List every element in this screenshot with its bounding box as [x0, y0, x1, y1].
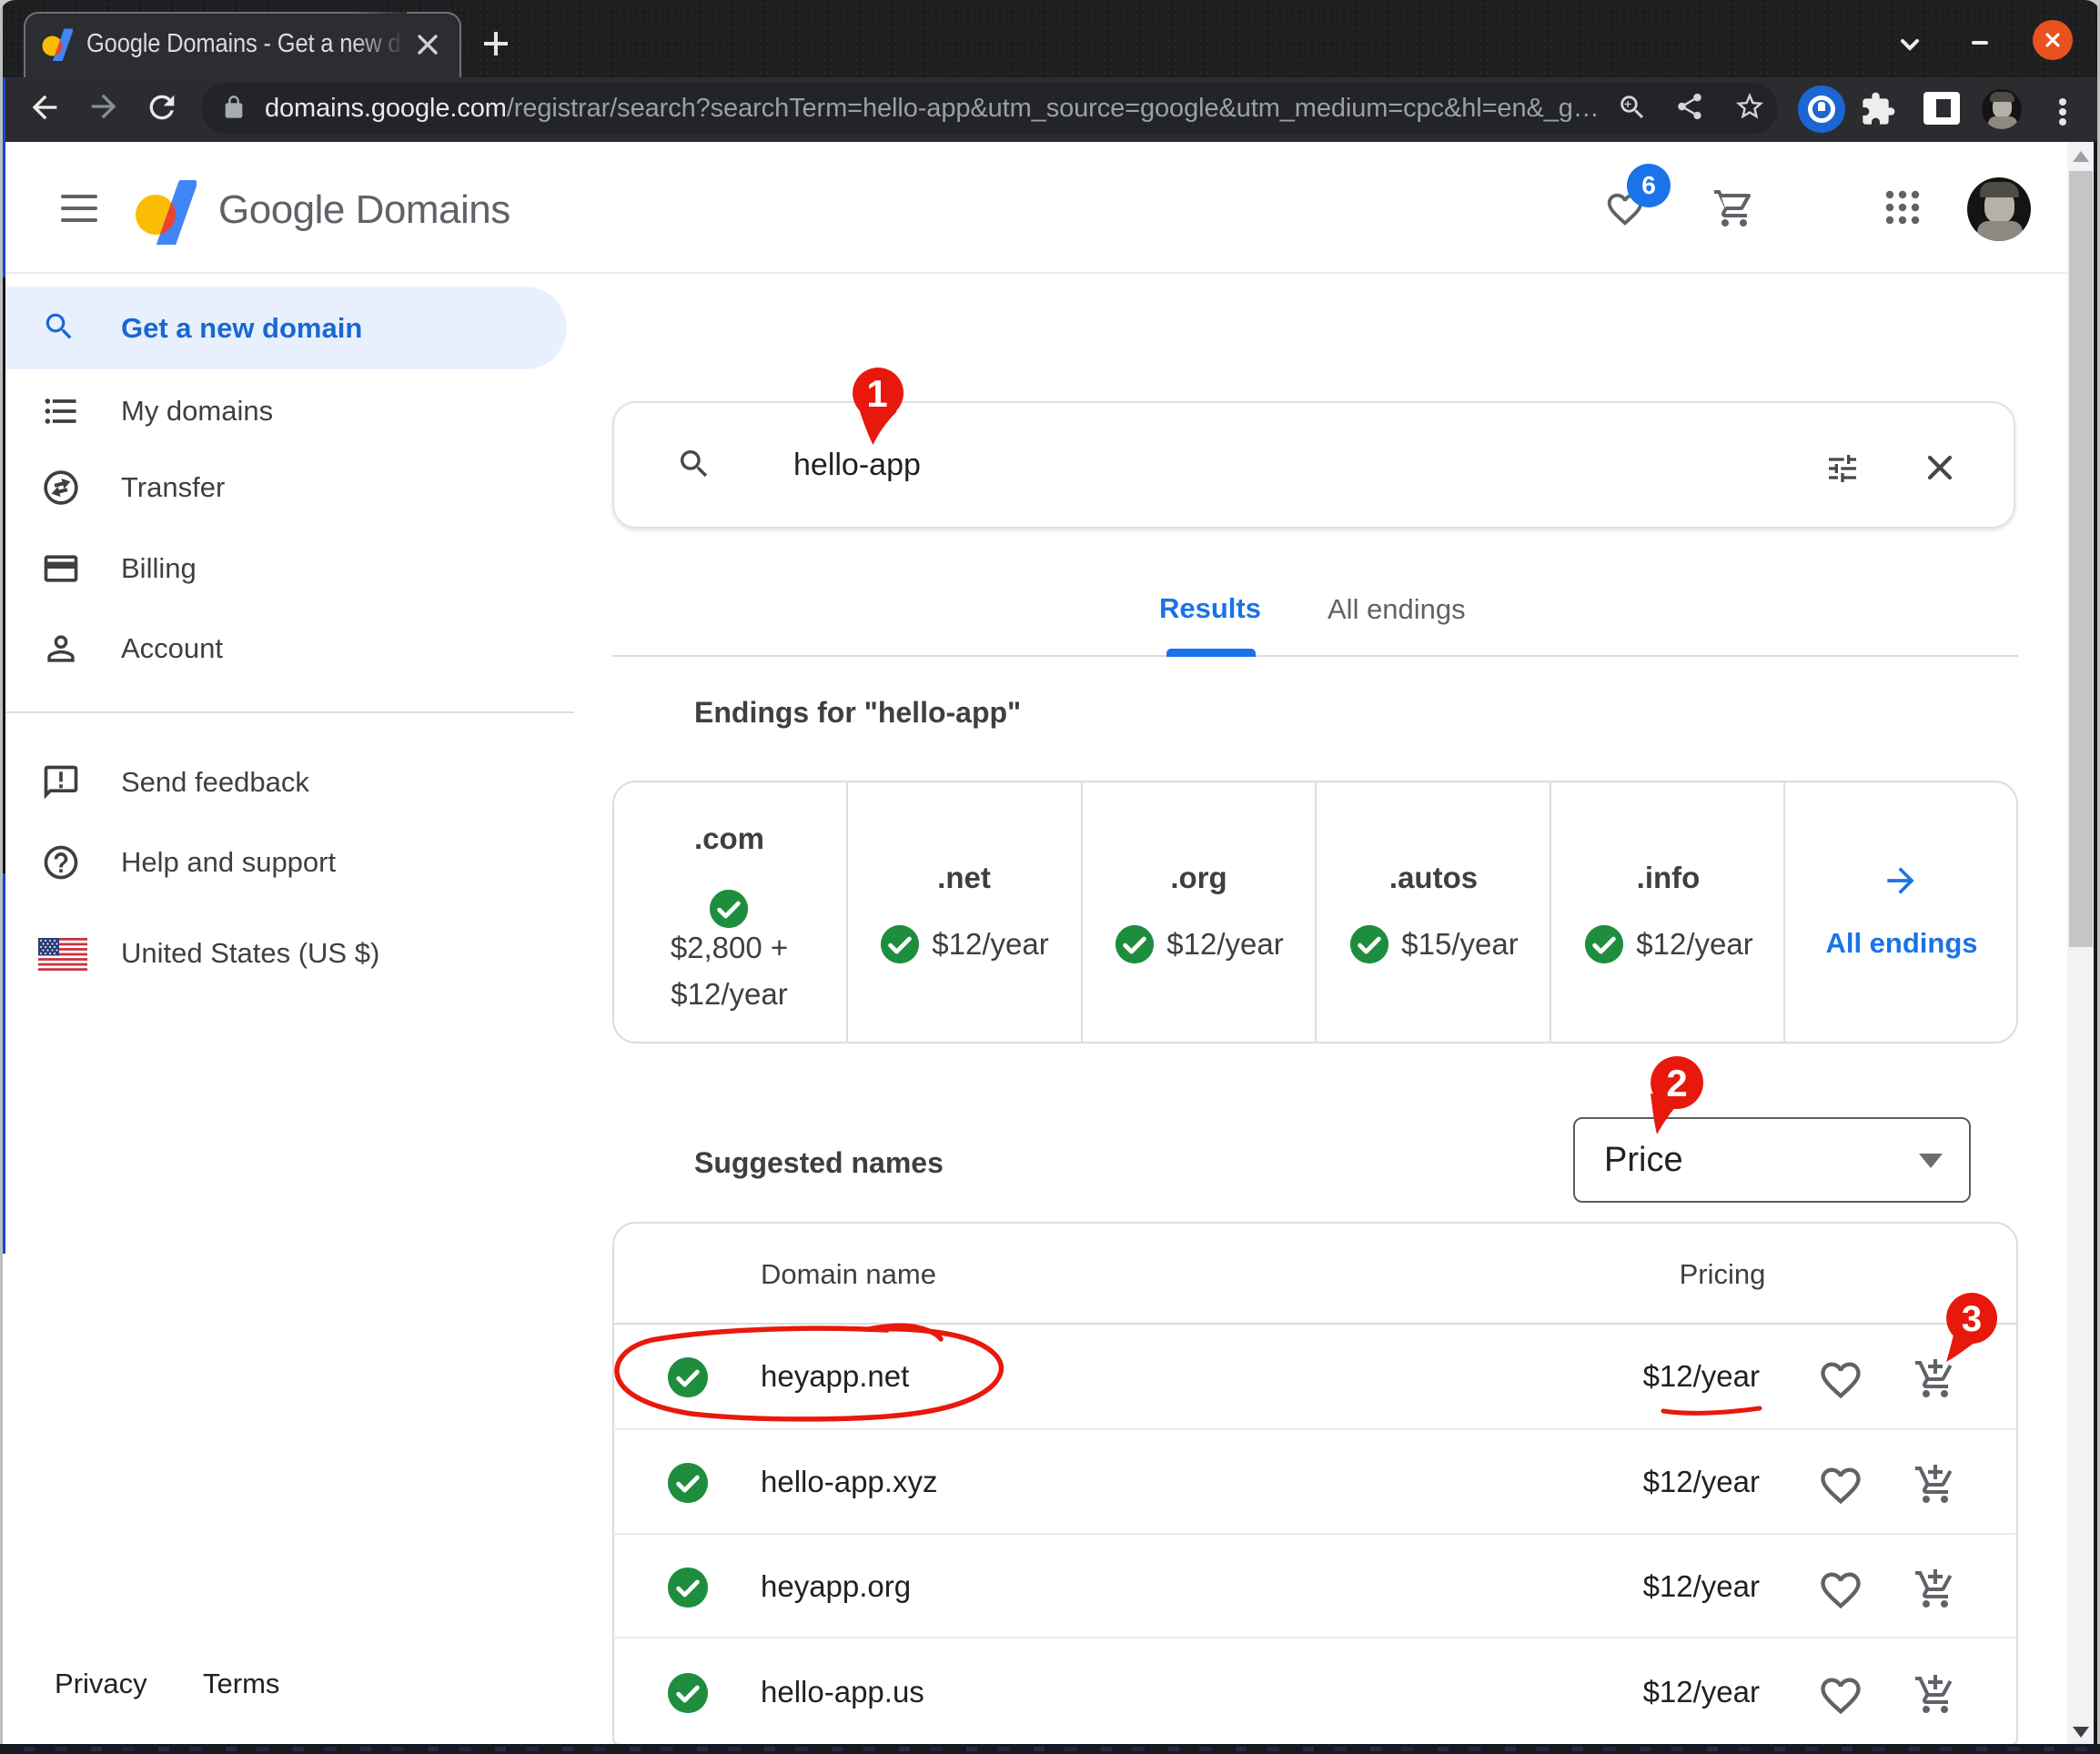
svg-text:2: 2 [1666, 1062, 1687, 1104]
